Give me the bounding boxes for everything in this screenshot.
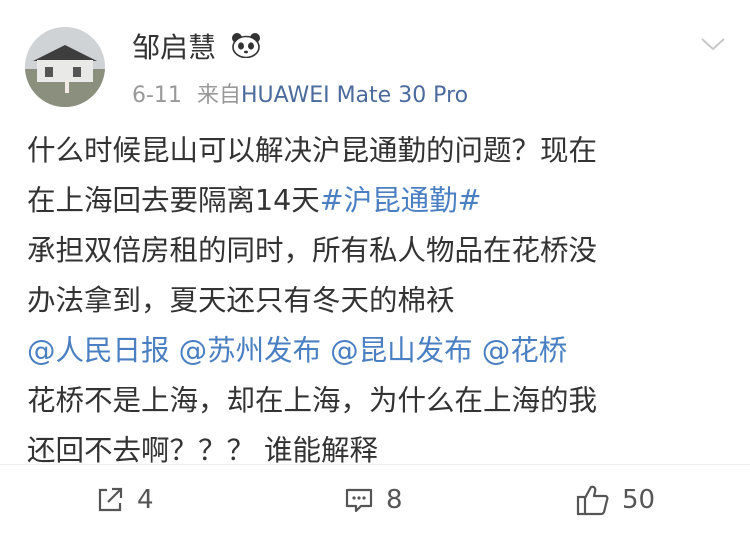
content-line: 承担双倍房租的同时，所有私人物品在花桥没 — [27, 234, 598, 267]
avatar[interactable] — [25, 27, 105, 107]
source-prefix: 来自 — [196, 83, 241, 108]
divider — [0, 464, 750, 465]
content-line: 办法拿到，夏天还只有冬天的棉袄 — [27, 284, 455, 317]
mention-link[interactable]: @花桥 — [482, 334, 568, 367]
like-button[interactable]: 50 — [576, 480, 655, 520]
source-device[interactable]: HUAWEI Mate 30 Pro — [241, 83, 468, 108]
comment-icon — [345, 488, 373, 513]
content-text: 在上海回去要隔离14天 — [27, 184, 320, 217]
avatar-image — [25, 27, 105, 107]
mention-link[interactable]: @昆山发布 — [330, 334, 473, 367]
mention-link[interactable]: @人民日报 — [27, 334, 170, 367]
mentions-line: @人民日报 @苏州发布 @昆山发布 @花桥 — [27, 326, 727, 376]
content-line: 花桥不是上海，却在上海，为什么在上海的我 — [27, 384, 598, 417]
user-name-text: 邹启慧 — [132, 31, 217, 64]
like-count: 50 — [622, 485, 656, 515]
panda-icon — [231, 31, 261, 67]
content-line: 还回不去啊？？？ 谁能解释 — [27, 434, 379, 467]
content-line: 在上海回去要隔离14天#沪昆通勤# — [27, 176, 727, 226]
content-line: 什么时候昆山可以解决沪昆通勤的问题？现在 — [27, 134, 598, 167]
repost-button[interactable]: 4 — [95, 480, 154, 520]
repost-icon — [98, 487, 123, 512]
user-name[interactable]: 邹启慧 — [132, 30, 261, 67]
post-date: 6-11 — [132, 83, 182, 108]
comment-count: 8 — [386, 485, 403, 515]
mention-link[interactable]: @苏州发布 — [179, 334, 322, 367]
post-meta: 6-11 来自HUAWEI Mate 30 Pro — [132, 81, 468, 111]
comment-button[interactable]: 8 — [344, 480, 403, 520]
repost-count: 4 — [137, 485, 154, 515]
thumbs-up-icon — [576, 485, 609, 516]
chevron-down-icon[interactable] — [700, 36, 726, 56]
post-content: 什么时候昆山可以解决沪昆通勤的问题？现在 在上海回去要隔离14天#沪昆通勤# 承… — [27, 126, 727, 476]
hashtag-link[interactable]: #沪昆通勤# — [320, 184, 482, 217]
